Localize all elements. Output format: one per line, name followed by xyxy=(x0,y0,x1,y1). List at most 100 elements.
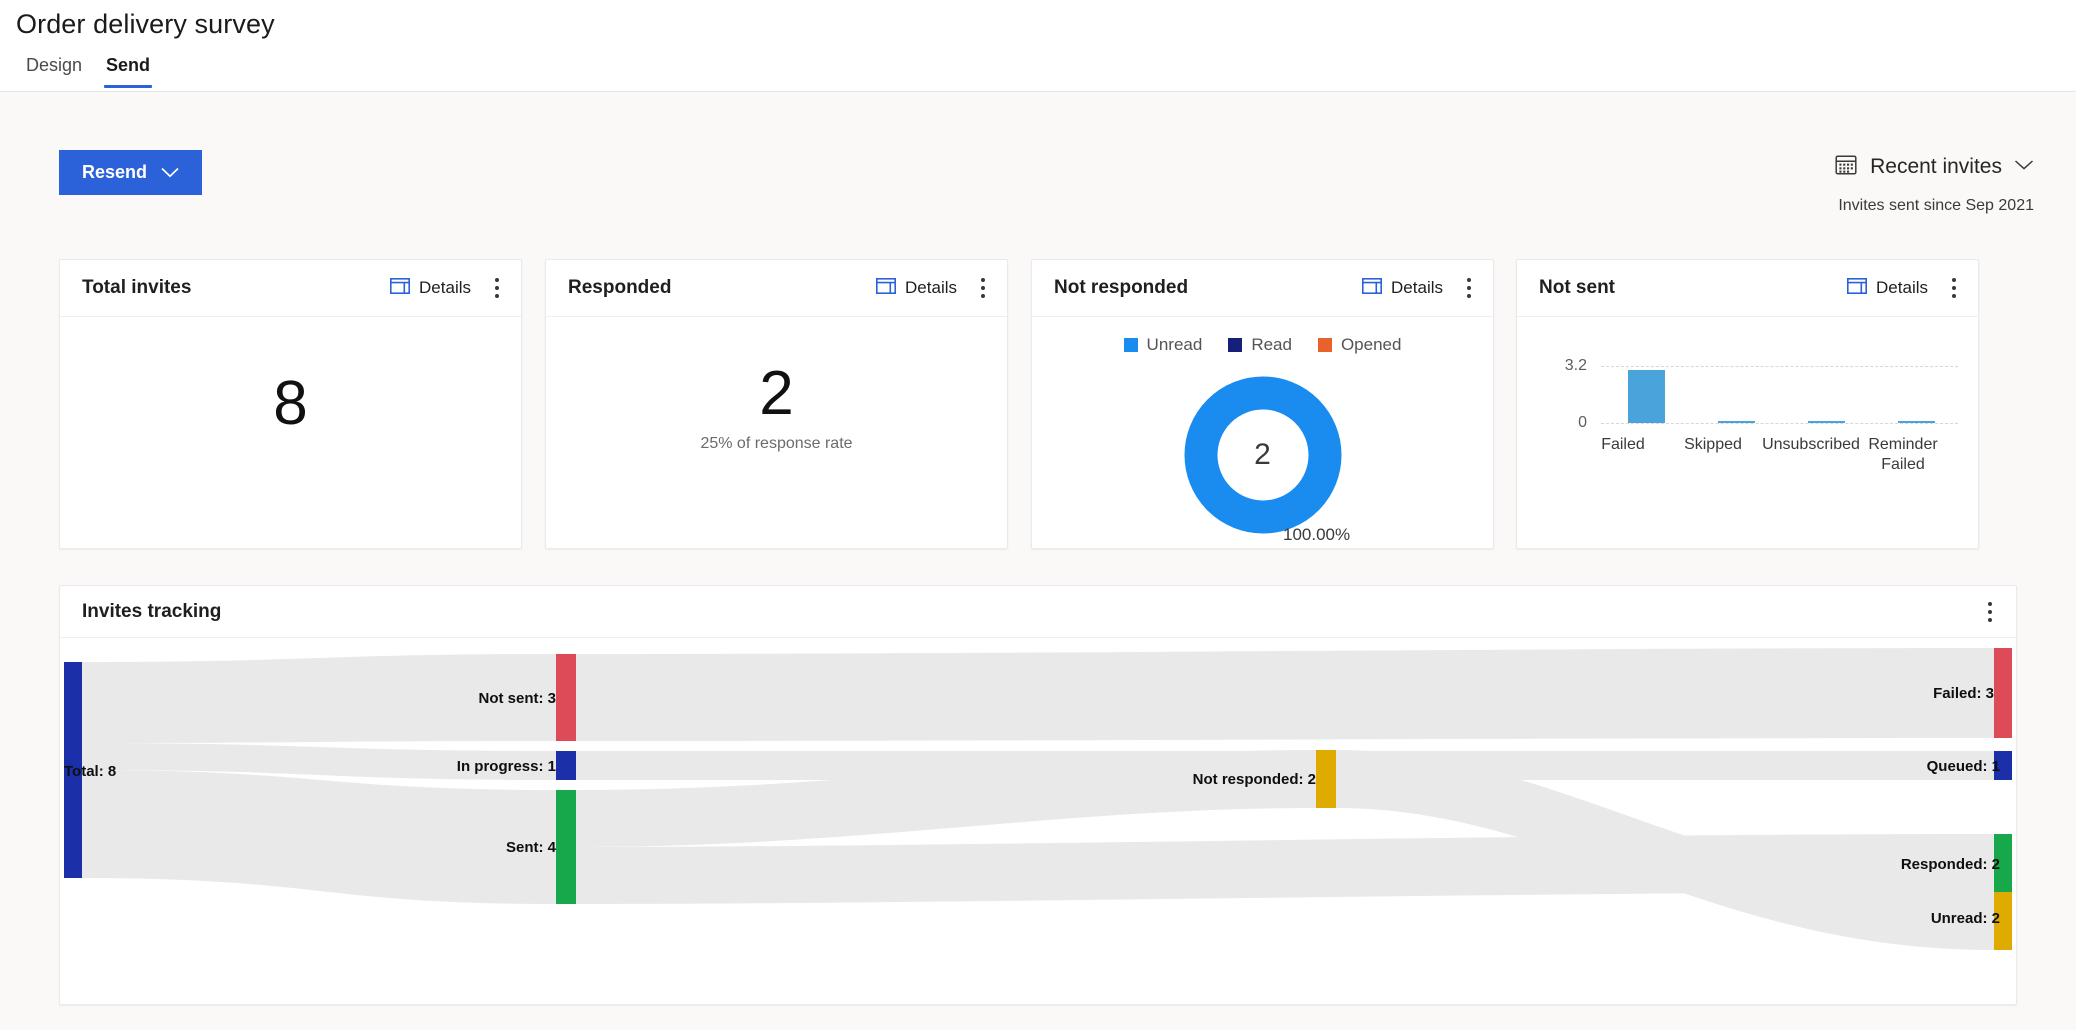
legend-item-opened[interactable]: Opened xyxy=(1318,335,1402,355)
details-label: Details xyxy=(905,278,957,298)
card-title: Total invites xyxy=(82,277,191,299)
bar-reminder-failed[interactable] xyxy=(1898,421,1935,423)
kebab-menu-icon[interactable] xyxy=(1978,598,2002,626)
card-invites-tracking: Invites tracking xyxy=(59,585,2017,1005)
card-body: Unread Read Opened 2 100.00% xyxy=(1032,317,1493,549)
kebab-menu-icon[interactable] xyxy=(971,274,995,302)
sankey-node-sent xyxy=(556,790,576,904)
recent-invites-label: Recent invites xyxy=(1870,155,2002,179)
card-header: Invites tracking xyxy=(60,586,2016,638)
card-body: 8 xyxy=(60,317,521,549)
details-button[interactable]: Details xyxy=(1843,275,1932,302)
bar-failed[interactable] xyxy=(1628,370,1665,423)
chevron-down-icon xyxy=(2014,158,2034,176)
tab-send[interactable]: Send xyxy=(94,54,162,88)
sankey-link-total-sent xyxy=(82,770,556,904)
responded-value: 2 xyxy=(546,363,1007,425)
legend-swatch xyxy=(1124,338,1138,352)
sankey-link-notsent-failed xyxy=(576,648,1994,741)
card-title: Responded xyxy=(568,277,671,299)
calendar-icon xyxy=(1834,152,1858,181)
sankey-diagram: Total: 8 Not sent: 3 In progress: 1 Sent… xyxy=(60,638,2016,1004)
sankey-links xyxy=(82,648,1994,950)
card-title: Not sent xyxy=(1539,277,1615,299)
legend-swatch xyxy=(1228,338,1242,352)
card-header: Total invites Details xyxy=(60,260,521,317)
bar-skipped[interactable] xyxy=(1718,421,1755,423)
card-total-invites: Total invites Details 8 xyxy=(59,259,522,549)
card-body: 2 25% of response rate xyxy=(546,317,1007,549)
sankey-label-sent: Sent: 4 xyxy=(506,839,556,856)
sankey-label-responded: Responded: 2 xyxy=(1901,856,2000,873)
bar-category-failed: Failed xyxy=(1580,435,1666,455)
sankey-label-in-progress: In progress: 1 xyxy=(457,758,556,775)
donut-percentage-label: 100.00% xyxy=(1283,525,1350,545)
details-button[interactable]: Details xyxy=(872,275,961,302)
card-body: 3.2 0 Failed Skipped Unsubscribed Remind… xyxy=(1517,317,1978,549)
legend-swatch xyxy=(1318,338,1332,352)
resend-button[interactable]: Resend xyxy=(59,150,202,195)
card-title: Invites tracking xyxy=(82,601,221,623)
details-label: Details xyxy=(1391,278,1443,298)
details-button[interactable]: Details xyxy=(1358,275,1447,302)
app-header: Order delivery survey Design Send xyxy=(0,0,2076,92)
details-button[interactable]: Details xyxy=(386,275,475,302)
donut-center-value: 2 xyxy=(1254,438,1271,472)
card-actions: Details xyxy=(872,274,995,302)
not-sent-bar-chart: 3.2 0 Failed Skipped Unsubscribed Remind… xyxy=(1517,317,1980,549)
legend-label: Unread xyxy=(1147,335,1203,355)
card-title: Not responded xyxy=(1054,277,1188,299)
card-responded: Responded Details 2 25% of response rate xyxy=(545,259,1008,549)
gridline-zero xyxy=(1601,423,1958,424)
bar-category-skipped: Skipped xyxy=(1670,435,1756,455)
y-tick-top: 3.2 xyxy=(1547,357,1587,375)
kebab-menu-icon[interactable] xyxy=(485,274,509,302)
legend-label: Read xyxy=(1251,335,1292,355)
page-title: Order delivery survey xyxy=(16,9,275,40)
legend-label: Opened xyxy=(1341,335,1402,355)
kebab-menu-icon[interactable] xyxy=(1942,274,1966,302)
recent-invites-button[interactable]: Recent invites xyxy=(1834,152,2034,181)
responded-subnote: 25% of response rate xyxy=(546,435,1007,453)
donut-chart: 2 100.00% xyxy=(1032,375,1493,555)
card-header: Not responded Details xyxy=(1032,260,1493,317)
kebab-menu-icon[interactable] xyxy=(1457,274,1481,302)
sankey-label-unread: Unread: 2 xyxy=(1931,910,2000,927)
sankey-label-queued: Queued: 1 xyxy=(1927,758,2000,775)
details-panel-icon xyxy=(1362,278,1382,299)
sankey-label-not-responded: Not responded: 2 xyxy=(1193,771,1316,788)
card-not-sent: Not sent Details 3.2 0 xyxy=(1516,259,1979,549)
bars-area xyxy=(1601,366,1958,423)
resend-button-label: Resend xyxy=(82,162,147,183)
recent-invites-group: Recent invites Invites sent since Sep 20… xyxy=(1834,152,2034,215)
details-panel-icon xyxy=(1847,278,1867,299)
tab-design-label: Design xyxy=(26,55,82,75)
details-panel-icon xyxy=(390,278,410,299)
details-label: Details xyxy=(1876,278,1928,298)
legend-item-unread[interactable]: Unread xyxy=(1124,335,1203,355)
card-actions: Details xyxy=(1843,274,1966,302)
card-not-responded: Not responded Details Unread xyxy=(1031,259,1494,549)
card-header: Responded Details xyxy=(546,260,1007,317)
sankey-label-total: Total: 8 xyxy=(64,763,116,780)
chevron-down-icon xyxy=(161,162,179,183)
y-tick-bottom: 0 xyxy=(1547,414,1587,432)
bar-unsubscribed[interactable] xyxy=(1808,421,1845,423)
card-header: Not sent Details xyxy=(1517,260,1978,317)
bar-category-reminder-failed: Reminder Failed xyxy=(1858,435,1948,475)
sankey-node-not-sent xyxy=(556,654,576,741)
legend-item-read[interactable]: Read xyxy=(1228,335,1292,355)
sankey-node-in-progress xyxy=(556,751,576,780)
sankey-label-not-sent: Not sent: 3 xyxy=(478,690,556,707)
bar-category-unsubscribed: Unsubscribed xyxy=(1756,435,1866,455)
card-actions: Details xyxy=(1358,274,1481,302)
tab-design[interactable]: Design xyxy=(14,54,94,88)
sankey-node-not-responded xyxy=(1316,750,1336,808)
total-invites-value: 8 xyxy=(60,373,521,435)
details-panel-icon xyxy=(876,278,896,299)
donut-legend: Unread Read Opened xyxy=(1032,335,1493,355)
sankey-node-failed xyxy=(1994,648,2012,738)
sankey-label-failed: Failed: 3 xyxy=(1933,685,1994,702)
invites-since-text: Invites sent since Sep 2021 xyxy=(1834,197,2034,215)
tabstrip: Design Send xyxy=(14,54,162,88)
